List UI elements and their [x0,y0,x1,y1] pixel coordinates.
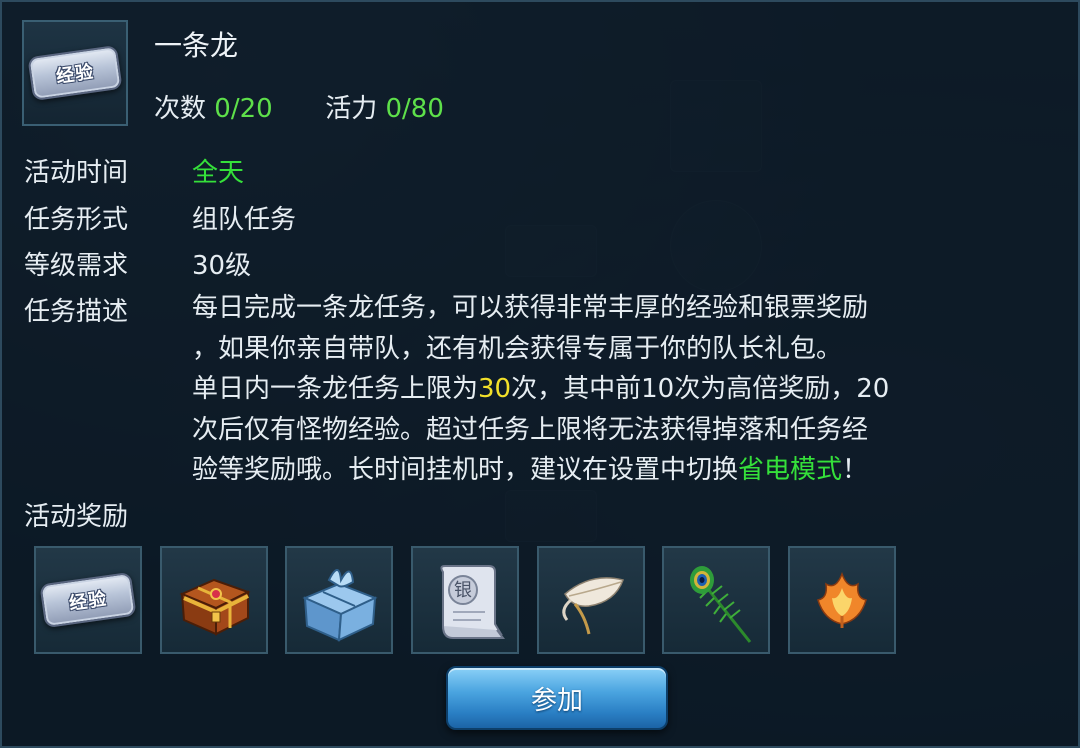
reward-slot-silver-note[interactable]: 银 [411,546,519,654]
game-screen: 经验 一条龙 次数 0/20 活力 0/80 活动时间 全天 任务形式 组队任务… [0,0,1080,748]
exp-ticket-icon: 经验 [27,44,123,102]
rewards-label: 活动奖励 [24,502,129,532]
description-text: 每日完成一条龙任务，可以获得非常丰厚的经验和银票奖励 ，如果你亲自带队，还有机会… [192,288,1042,491]
silver-note-text: 银 [454,580,472,601]
description-line: ，如果你亲自带队，还有机会获得专属于你的队长礼包。 [192,333,843,364]
activity-title: 一条龙 [154,29,239,62]
reward-slot-fire-feather[interactable] [788,546,896,654]
peacock-feather-icon [690,566,752,643]
reward-slot-white-feather[interactable] [537,546,645,654]
description-label: 任务描述 [24,297,129,327]
reward-slot-peacock-feather[interactable] [662,546,770,654]
silver-note-scroll-icon: 银 [440,565,505,639]
count-value: 0/20 [214,94,273,124]
white-feather-icon [562,577,624,635]
treasure-chest-icon [179,578,251,636]
daily-limit-highlight: 30 [478,374,512,404]
exp-ticket-text: 经验 [54,61,96,88]
form-value: 组队任务 [192,205,297,235]
reward-slot-gift[interactable] [285,546,393,654]
description-line: 每日完成一条龙任务，可以获得非常丰厚的经验和银票奖励 [192,293,869,323]
count-label: 次数 [154,94,207,124]
activity-detail-panel: 经验 一条龙 次数 0/20 活力 0/80 活动时间 全天 任务形式 组队任务… [0,0,1080,748]
description-segment: 单日内一条龙任务上限为 [192,374,479,404]
vitality-value: 0/80 [385,94,444,124]
join-button[interactable]: 参加 [446,666,668,730]
description-line: 次后仅有怪物经验。超过任务上限将无法获得掉落和任务经 [192,414,869,445]
reward-slot-chest[interactable] [160,546,268,654]
description-segment: 验等奖励哦。长时间挂机时，建议在设置中切换 [192,455,739,485]
power-saving-mode-highlight: 省电模式 [738,455,843,485]
fire-feather-icon [817,571,867,628]
description-segment: 次，其中前10次为高倍奖励，20 [511,374,890,404]
blue-gift-bundle-icon [302,569,378,642]
reward-slot-exp[interactable]: 经验 [34,546,142,654]
vitality-label: 活力 [325,94,378,124]
activity-stats: 次数 0/20 活力 0/80 [154,88,444,125]
time-value: 全天 [192,158,245,188]
description-segment: ！ [842,455,869,485]
activity-icon-slot: 经验 [22,20,128,126]
description-line: 验等奖励哦。长时间挂机时，建议在设置中切换省电模式！ [192,450,1042,491]
form-label: 任务形式 [24,205,129,235]
level-label: 等级需求 [24,251,129,281]
level-value: 30级 [192,251,252,281]
time-label: 活动时间 [24,158,129,188]
description-line: 单日内一条龙任务上限为30次，其中前10次为高倍奖励，20 [192,369,1042,410]
exp-ticket-text: 经验 [67,588,109,615]
exp-ticket-icon: 经验 [39,571,137,629]
